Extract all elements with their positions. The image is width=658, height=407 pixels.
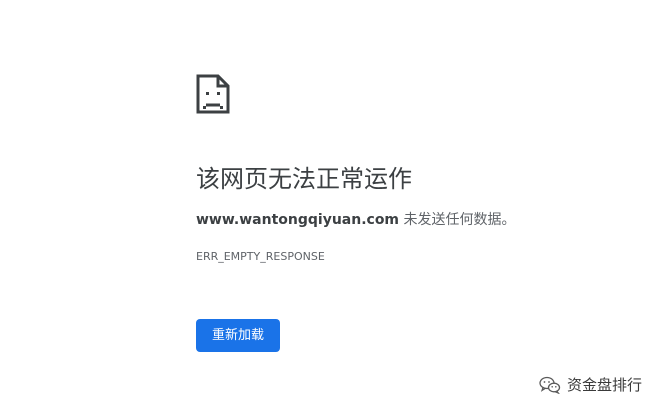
error-code: ERR_EMPTY_RESPONSE: [196, 250, 325, 263]
error-message: www.wantongqiyuan.com 未发送任何数据。: [196, 210, 515, 230]
error-description: 未发送任何数据。: [399, 212, 516, 228]
page-title: 该网页无法正常运作: [196, 165, 412, 193]
host-name: www.wantongqiyuan.com: [196, 212, 400, 228]
reload-button[interactable]: 重新加载: [196, 319, 280, 352]
sad-document-icon: [196, 74, 230, 114]
wechat-icon: [539, 376, 561, 394]
watermark: 资金盘排行: [539, 374, 642, 395]
watermark-text: 资金盘排行: [566, 376, 642, 394]
